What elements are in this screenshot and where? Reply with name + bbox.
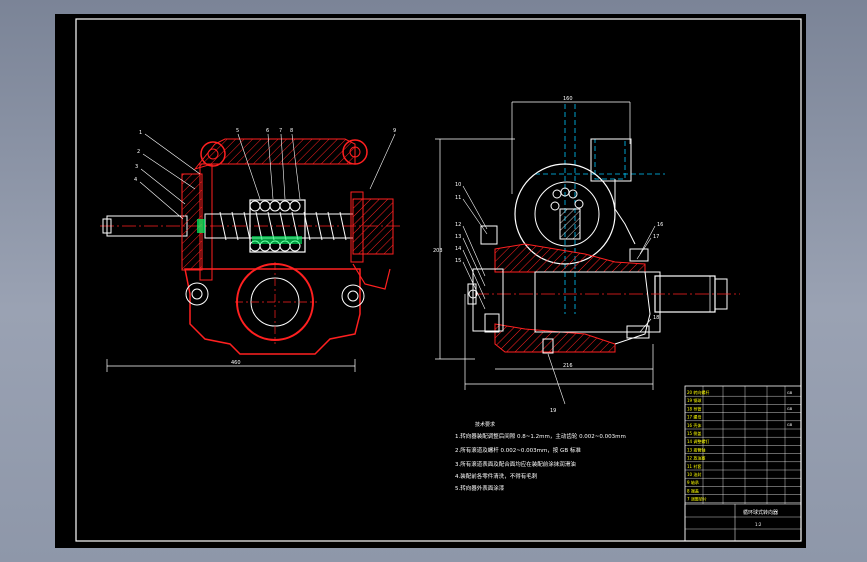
callout-9: 9	[393, 128, 396, 134]
bom-code: GB	[787, 423, 793, 427]
bom-row: 19 钢球	[687, 397, 701, 403]
bom-row: 18 导管	[687, 405, 701, 411]
callout-15: 15	[455, 258, 461, 264]
title-scale: 1:2	[755, 522, 762, 527]
bom-row: 12 放油塞	[687, 455, 705, 461]
callout-4: 4	[134, 177, 137, 183]
callout-1: 1	[139, 130, 142, 136]
left-sectional-view: 460 1 2 3 4 5 6 7 8 9	[100, 128, 400, 372]
callout-19: 19	[550, 408, 556, 414]
callout-8: 8	[290, 128, 293, 134]
right-sectional-view: 203 160 216 10 11 12 13 14 15 16 17 18 1…	[433, 96, 740, 414]
bom-row: 10 油封	[687, 471, 701, 477]
callout-3: 3	[135, 164, 138, 170]
bom-row: 14 调整螺钉	[687, 438, 709, 444]
bom-row: 13 摇臂轴	[687, 446, 705, 452]
right-housing-bottom	[494, 323, 616, 353]
notes-heading: 技术要求	[475, 421, 495, 428]
note-line-2: 2.所有滚道及螺杆 0.002~0.003mm，按 GB 标准	[455, 446, 581, 454]
note-line-4: 4.装配前各零件清洗，不得有毛刺	[455, 472, 538, 480]
sector-shaft-side	[534, 271, 661, 333]
bom-row: 9 轴承	[687, 479, 699, 485]
drawing-sheet[interactable]: 460 1 2 3 4 5 6 7 8 9 203 160 216 10 11 …	[55, 14, 806, 548]
bom-row: 15 侧盖	[687, 430, 701, 436]
bom-row: 20 转向螺杆	[687, 389, 709, 395]
hidden-lines	[535, 104, 665, 314]
callout-16: 16	[657, 222, 663, 228]
callout-5: 5	[236, 128, 239, 134]
bom-row: 16 壳体	[687, 422, 701, 428]
left-dim-text: 460	[231, 360, 241, 366]
right-height-text: 203	[433, 248, 443, 254]
callout-17: 17	[653, 234, 659, 240]
callout-14: 14	[455, 246, 461, 252]
balls-ring	[550, 187, 584, 211]
callout-12: 12	[455, 222, 461, 228]
right-leaders	[462, 185, 656, 405]
note-line-5: 5.转向器外表面涂漆	[455, 484, 505, 492]
callout-6: 6	[266, 128, 269, 134]
technical-notes: 技术要求 1.转向器装配调整后间隙 0.8~1.2mm，主动齿轮 0.002~0…	[455, 421, 626, 492]
title-name: 循环球式转向器	[743, 509, 778, 516]
bom-row: 8 端盖	[687, 487, 699, 493]
right-bottom-text: 216	[563, 363, 573, 369]
note-line-1: 1.转向器装配调整后间隙 0.8~1.2mm，主动齿轮 0.002~0.003m…	[455, 432, 626, 440]
callout-7: 7	[279, 128, 282, 134]
title-block: 20 转向螺杆 19 钢球 18 导管 17 螺母 16 壳体 15 侧盖 14 调整螺钉 1…	[684, 385, 802, 542]
right-top-text: 160	[563, 96, 573, 102]
callout-18: 18	[653, 315, 659, 321]
callout-2: 2	[137, 149, 140, 155]
bom-code: GB	[787, 407, 793, 411]
bom-row: 17 螺母	[687, 414, 701, 420]
cad-viewport[interactable]: 460 1 2 3 4 5 6 7 8 9 203 160 216 10 11 …	[0, 0, 867, 562]
drawing-canvas: 460 1 2 3 4 5 6 7 8 9 203 160 216 10 11 …	[75, 18, 802, 542]
bom-row: 11 衬套	[687, 463, 701, 469]
callout-10: 10	[455, 182, 461, 188]
drawing-frame	[75, 18, 802, 542]
bom-row: 7 调整垫片	[687, 496, 707, 502]
bom-code: GB	[787, 391, 793, 395]
callout-11: 11	[455, 195, 461, 201]
right-housing-top	[494, 243, 646, 273]
note-line-3: 3.所有滚道表面及配合面均应在装配前涂抹润滑油	[455, 460, 576, 468]
nut-rack	[252, 236, 302, 244]
callout-13: 13	[455, 234, 461, 240]
housing-body	[184, 268, 361, 355]
right-end-cap	[352, 198, 394, 255]
screw-section	[559, 208, 581, 240]
